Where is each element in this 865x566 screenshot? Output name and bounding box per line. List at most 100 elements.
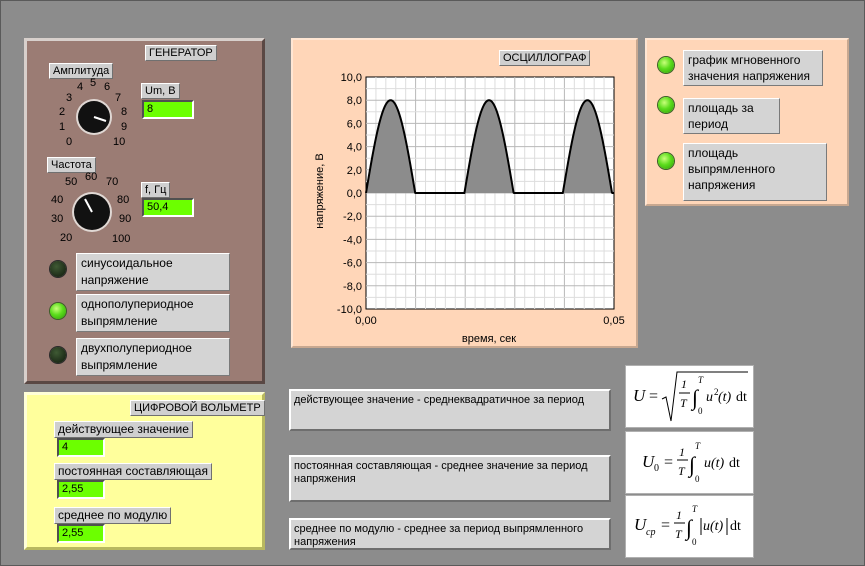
half-wave-mode-label-l1: однополупериодное (81, 297, 194, 311)
frequency-scale-50: 50 (65, 176, 78, 188)
rms-description: действующее значение - среднеквадратично… (289, 389, 611, 431)
frequency-scale-60: 60 (85, 171, 98, 183)
sine-mode-button[interactable]: синусоидальное напряжение (76, 253, 230, 291)
oscilloscope-chart: 10,08,06,04,02,00,0-2,0-4,0-6,0-8,0-10,0… (314, 72, 625, 345)
svg-text:=: = (664, 454, 673, 471)
rectified-area-button[interactable]: площадь выпрямленного напряжения (683, 143, 827, 201)
frequency-scale-30: 30 (51, 213, 64, 225)
abs-value-display: 2,55 (57, 524, 105, 543)
period-area-led[interactable] (658, 97, 674, 113)
svg-text:u(t): u(t) (704, 456, 725, 471)
amplitude-scale-10: 10 (113, 136, 126, 148)
instant-graph-label-l1: график мгновенного (688, 53, 801, 67)
voltmeter-title: ЦИФРОВОЙ ВОЛЬМЕТР (130, 400, 265, 416)
instant-graph-led[interactable] (658, 57, 674, 73)
amplitude-scale-6: 6 (104, 81, 111, 93)
rms-formula: U = 1 T ∫ T 0 u 2 (t) dt (625, 365, 754, 428)
instant-graph-button[interactable]: график мгновенного значения напряжения (683, 50, 823, 86)
svg-text:0: 0 (692, 537, 697, 547)
svg-text:T: T (692, 504, 698, 514)
rectified-area-label-l3: напряжения (688, 178, 756, 192)
full-wave-mode-led[interactable] (50, 347, 66, 363)
voltmeter-panel: ЦИФРОВОЙ ВОЛЬМЕТР действующее значение 4… (24, 392, 265, 550)
dc-formula-subscript: 0 (654, 463, 659, 474)
svg-text:0: 0 (698, 406, 703, 416)
y-tick-label: -4,0 (343, 234, 362, 246)
svg-text:0: 0 (695, 474, 700, 484)
frequency-scale-90: 90 (119, 213, 132, 225)
instant-graph-label-l2: значения напряжения (688, 69, 810, 83)
x-tick-label: 0,05 (603, 315, 624, 327)
frequency-scale-70: 70 (106, 176, 119, 188)
half-wave-mode-label-l2: выпрямление (81, 314, 158, 328)
y-tick-label: -2,0 (343, 211, 362, 223)
sine-mode-label-l2: напряжение (81, 273, 149, 287)
x-axis-label: время, сек (462, 333, 516, 345)
full-wave-mode-label-l2: выпрямление (81, 358, 158, 372)
y-tick-label: 8,0 (347, 95, 362, 107)
full-wave-mode-button[interactable]: двухполупериодное выпрямление (76, 338, 230, 376)
amplitude-scale-5: 5 (90, 77, 97, 89)
f-value-display: 50,4 (142, 198, 194, 217)
amplitude-scale-1: 1 (59, 121, 66, 133)
rectified-area-led[interactable] (658, 153, 674, 169)
abs-description: среднее по модулю - среднее за период вы… (289, 518, 611, 550)
um-label: Um, B (141, 83, 180, 99)
half-wave-mode-led[interactable] (50, 303, 66, 319)
period-area-label-l1: площадь за (688, 101, 754, 115)
amplitude-scale-7: 7 (115, 92, 122, 104)
sine-mode-label-l1: синусоидальное (81, 256, 173, 270)
svg-text:1: 1 (676, 508, 682, 522)
rectified-area-label-l2: выпрямленного (688, 162, 776, 176)
rectified-area-label-l1: площадь (688, 146, 739, 160)
x-tick-label: 0,00 (355, 315, 376, 327)
frequency-scale-40: 40 (51, 194, 64, 206)
svg-text:1: 1 (679, 445, 685, 459)
svg-text:1: 1 (681, 377, 687, 391)
y-tick-label: 6,0 (347, 118, 362, 130)
frequency-scale-100: 100 (112, 233, 131, 245)
period-area-button[interactable]: площадь за период (683, 98, 780, 134)
um-value-display: 8 (142, 100, 194, 119)
frequency-knob[interactable] (71, 191, 113, 238)
rms-formula-lhs: U (633, 386, 647, 405)
display-selector-panel: график мгновенного значения напряжения п… (645, 38, 849, 206)
y-tick-label: 10,0 (341, 72, 362, 84)
amplitude-label: Амплитуда (49, 63, 114, 79)
period-area-label-l2: период (688, 117, 728, 131)
amplitude-knob[interactable] (75, 98, 113, 141)
svg-text:T: T (675, 527, 683, 541)
abs-formula-subscript: ср (646, 527, 655, 538)
dc-value-display: 2,55 (57, 480, 105, 499)
abs-formula: U ср = 1 T ∫ T 0 u(t) dt (625, 495, 754, 558)
svg-text:=: = (649, 388, 658, 405)
half-wave-mode-button[interactable]: однополупериодное выпрямление (76, 294, 230, 332)
rms-label: действующее значение (54, 421, 193, 438)
frequency-scale-80: 80 (117, 194, 130, 206)
generator-panel: ГЕНЕРАТОР Амплитуда 0 1 2 3 4 5 6 7 8 9 … (24, 38, 265, 384)
generator-title: ГЕНЕРАТОР (145, 45, 217, 61)
full-wave-mode-label-l1: двухполупериодное (81, 341, 192, 355)
dc-description: постоянная составляющая - среднее значен… (289, 455, 611, 502)
svg-text:dt: dt (736, 390, 747, 405)
svg-text:T: T (680, 396, 688, 410)
svg-text:T: T (678, 464, 686, 478)
amplitude-scale-0: 0 (66, 136, 73, 148)
y-tick-label: -6,0 (343, 258, 362, 270)
svg-text:u(t): u(t) (703, 519, 724, 534)
rms-value-display: 4 (57, 438, 105, 457)
dc-label: постоянная составляющая (54, 463, 212, 480)
amplitude-scale-8: 8 (121, 106, 128, 118)
y-tick-label: -8,0 (343, 281, 362, 293)
svg-text:T: T (698, 375, 704, 385)
oscilloscope-panel: ОСЦИЛЛОГРАФ 10,0 8,0 6,0 4,0 2,0 0,0 -2,0 -4,0-… (291, 38, 638, 348)
amplitude-scale-4: 4 (77, 81, 84, 93)
dc-formula: U 0 = 1 T ∫ T 0 u(t) dt (625, 431, 754, 494)
abs-label: среднее по модулю (54, 507, 172, 524)
svg-text:u: u (706, 390, 713, 405)
svg-text:(t): (t) (718, 390, 732, 405)
sine-mode-led[interactable] (50, 261, 66, 277)
svg-text:T: T (695, 441, 701, 451)
svg-text:dt: dt (729, 456, 740, 471)
amplitude-scale-9: 9 (121, 121, 128, 133)
